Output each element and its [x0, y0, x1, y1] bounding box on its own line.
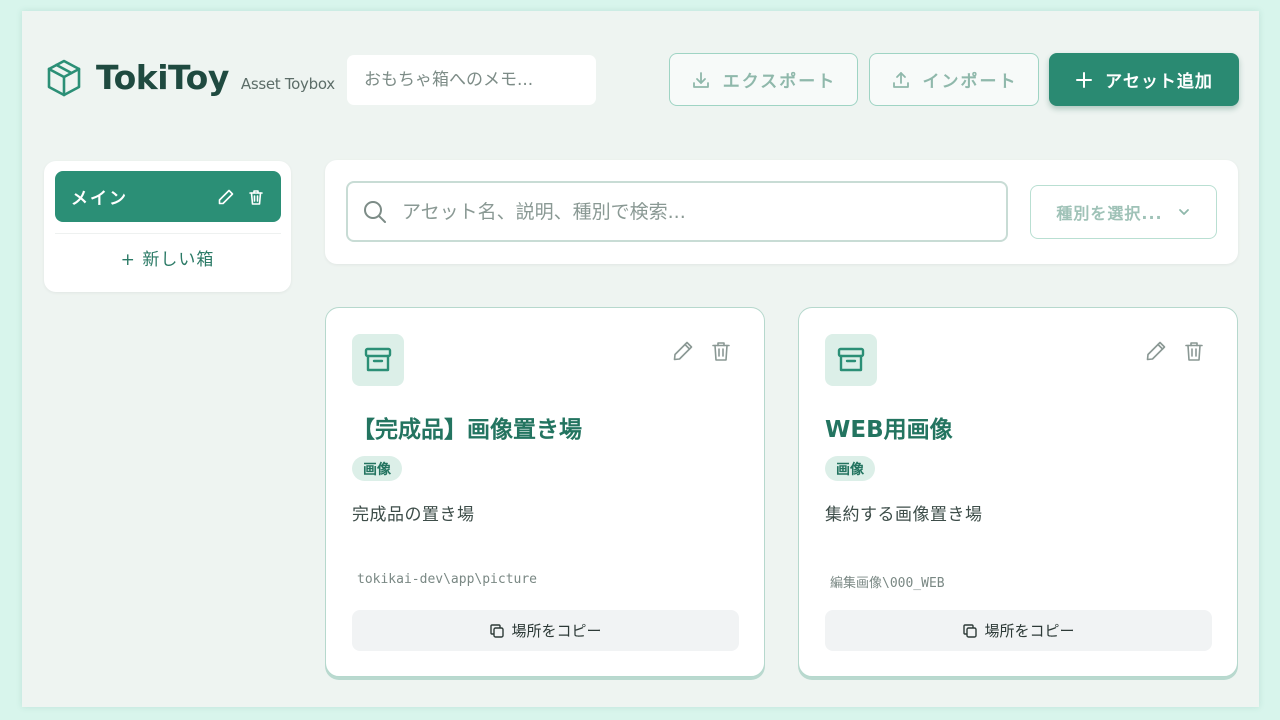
archive-icon — [837, 347, 865, 372]
export-button[interactable]: エクスポート — [669, 53, 858, 106]
chevron-down-icon — [1178, 209, 1189, 215]
new-box-button[interactable]: + 新しい箱 — [44, 245, 291, 270]
search-icon — [364, 200, 386, 223]
plus-icon — [1076, 71, 1093, 88]
asset-type-badge: 画像 — [352, 456, 402, 481]
add-asset-label: アセット追加 — [1105, 72, 1213, 92]
asset-description: 集約する画像置き場 — [825, 505, 983, 525]
sidebar-item-main[interactable]: メイン — [55, 171, 281, 222]
asset-path: tokikai-dev\app\picture — [357, 572, 538, 587]
pencil-icon[interactable] — [672, 340, 694, 362]
asset-title: WEB用画像 — [825, 417, 953, 443]
app-name: TokiToy — [96, 58, 229, 97]
trash-icon[interactable] — [247, 188, 265, 206]
asset-icon-box — [825, 334, 877, 386]
sidebar-divider — [55, 233, 281, 234]
export-label: エクスポート — [722, 72, 837, 92]
box-name: メイン — [71, 189, 128, 209]
memo-input[interactable] — [347, 55, 596, 105]
box-sidebar: メイン + 新しい箱 — [44, 161, 291, 292]
pencil-icon[interactable] — [217, 188, 235, 206]
search-input[interactable] — [402, 200, 982, 223]
pencil-icon[interactable] — [1145, 340, 1167, 362]
import-label: インポート — [922, 72, 1018, 92]
upload-icon — [892, 71, 909, 88]
type-select-label: 種別を選択... — [1056, 204, 1163, 223]
copy-label: 場所をコピー — [511, 622, 602, 640]
copy-location-button[interactable]: 場所をコピー — [825, 610, 1212, 651]
copy-icon — [490, 623, 505, 638]
asset-title: 【完成品】画像置き場 — [352, 417, 582, 443]
app-logo: TokiToy Asset Toybox — [46, 58, 335, 98]
import-button[interactable]: インポート — [869, 53, 1039, 106]
asset-path: 編集画像\000_WEB — [830, 576, 945, 591]
asset-card: 【完成品】画像置き場 画像 完成品の置き場 tokikai-dev\app\pi… — [325, 307, 765, 677]
asset-description: 完成品の置き場 — [352, 505, 475, 525]
copy-icon — [963, 623, 978, 638]
app-subtitle: Asset Toybox — [240, 75, 335, 93]
search-panel: 種別を選択... — [325, 160, 1238, 264]
add-asset-button[interactable]: アセット追加 — [1049, 53, 1239, 106]
trash-icon[interactable] — [710, 340, 732, 362]
copy-label: 場所をコピー — [984, 622, 1075, 640]
asset-icon-box — [352, 334, 404, 386]
box-icon — [47, 59, 81, 97]
trash-icon[interactable] — [1183, 340, 1205, 362]
copy-location-button[interactable]: 場所をコピー — [352, 610, 739, 651]
archive-icon — [364, 347, 392, 372]
download-icon — [692, 71, 709, 88]
asset-card: WEB用画像 画像 集約する画像置き場 編集画像\000_WEB 場所をコピー — [798, 307, 1238, 677]
asset-type-badge: 画像 — [825, 456, 875, 481]
type-select[interactable]: 種別を選択... — [1030, 185, 1217, 239]
search-box[interactable] — [346, 181, 1008, 242]
